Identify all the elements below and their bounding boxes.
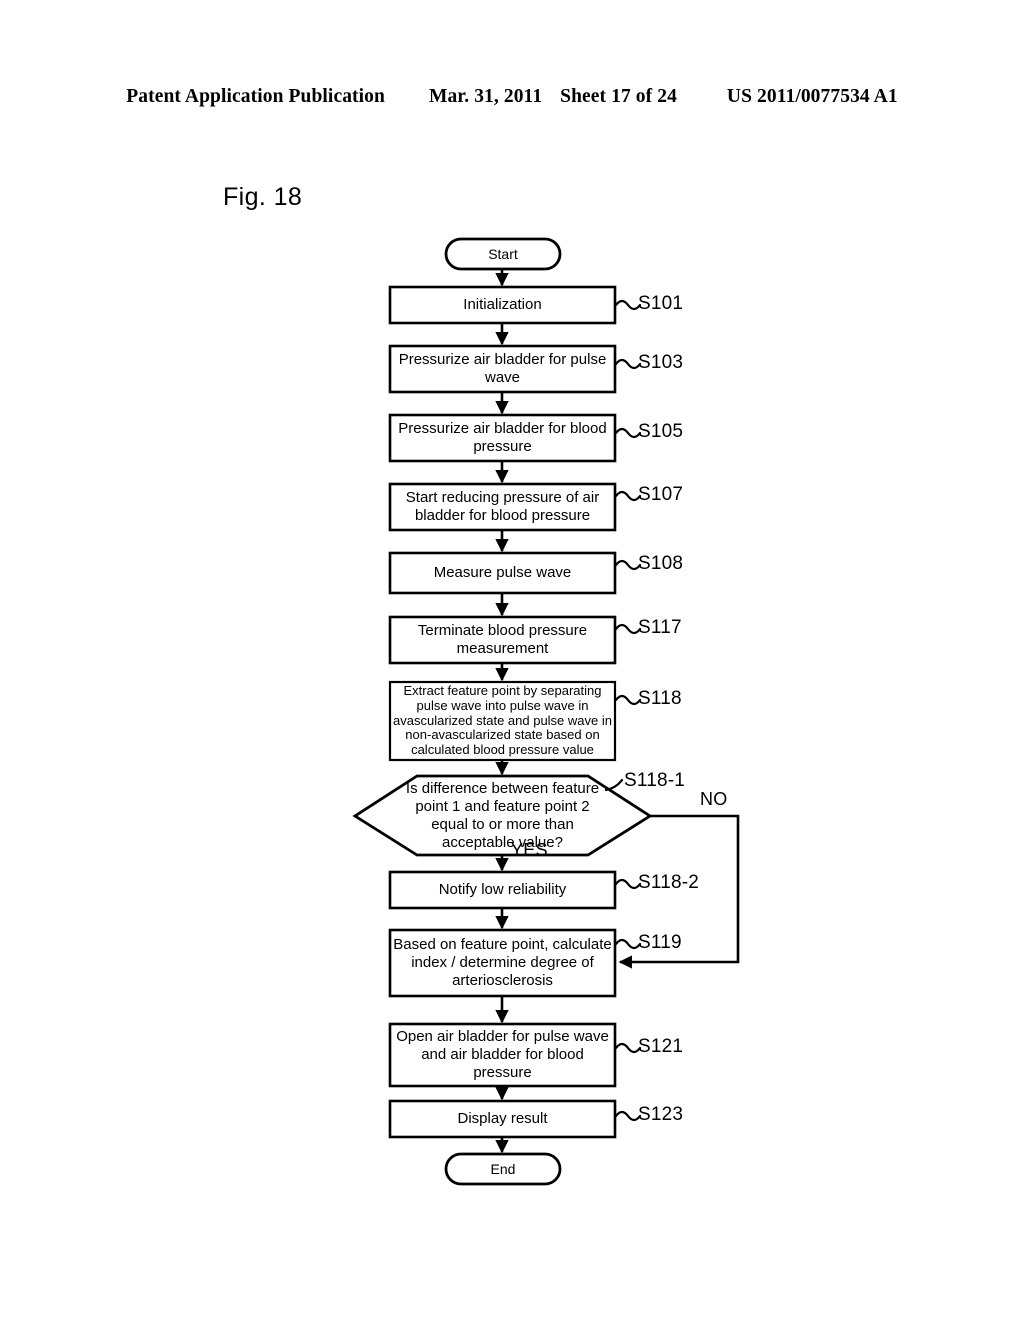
node-start-shape — [444, 237, 562, 271]
node-S121-shape — [388, 1022, 617, 1088]
node-S101-shape — [388, 285, 617, 325]
step-label-S119: S119 — [638, 932, 682, 953]
leader-S119 — [614, 938, 642, 950]
node-S119-shape — [388, 928, 617, 998]
leader-S117 — [614, 623, 642, 635]
node-S118-2-shape — [388, 870, 617, 910]
leader-S105 — [614, 427, 642, 439]
leader-S121 — [614, 1042, 642, 1054]
node-S103-shape — [388, 344, 617, 394]
step-label-S118-2: S118-2 — [638, 872, 700, 893]
leader-S107 — [614, 490, 642, 502]
branch-label-no: NO — [700, 789, 728, 809]
node-S105-shape — [388, 413, 617, 463]
leader-S118-2 — [614, 878, 642, 890]
node-S123-shape — [388, 1099, 617, 1139]
step-label-S105: S105 — [638, 421, 684, 442]
leader-S108 — [614, 559, 642, 571]
node-S107-shape — [388, 482, 617, 532]
node-S118-1-shape — [352, 774, 653, 857]
step-label-S101: S101 — [638, 293, 684, 314]
node-end-shape — [444, 1152, 562, 1186]
branch-label-yes: YES — [511, 840, 548, 860]
step-label-S117: S117 — [638, 617, 682, 638]
step-label-S123: S123 — [638, 1104, 684, 1125]
step-label-S103: S103 — [638, 352, 684, 373]
step-label-S107: S107 — [638, 484, 684, 505]
leader-S103 — [614, 358, 642, 370]
flowchart-diagram — [352, 237, 740, 1186]
step-label-S118-1: S118-1 — [624, 770, 686, 791]
leader-S118 — [614, 694, 642, 706]
step-label-S121: S121 — [638, 1036, 684, 1057]
step-label-S108: S108 — [638, 553, 684, 574]
leader-S101 — [614, 299, 642, 311]
node-S118-shape — [388, 680, 617, 762]
leader-S123 — [614, 1110, 642, 1122]
leader-S118-1 — [604, 778, 624, 792]
node-S117-shape — [388, 615, 617, 665]
node-S108-shape — [388, 551, 617, 595]
step-label-S118: S118 — [638, 688, 682, 709]
